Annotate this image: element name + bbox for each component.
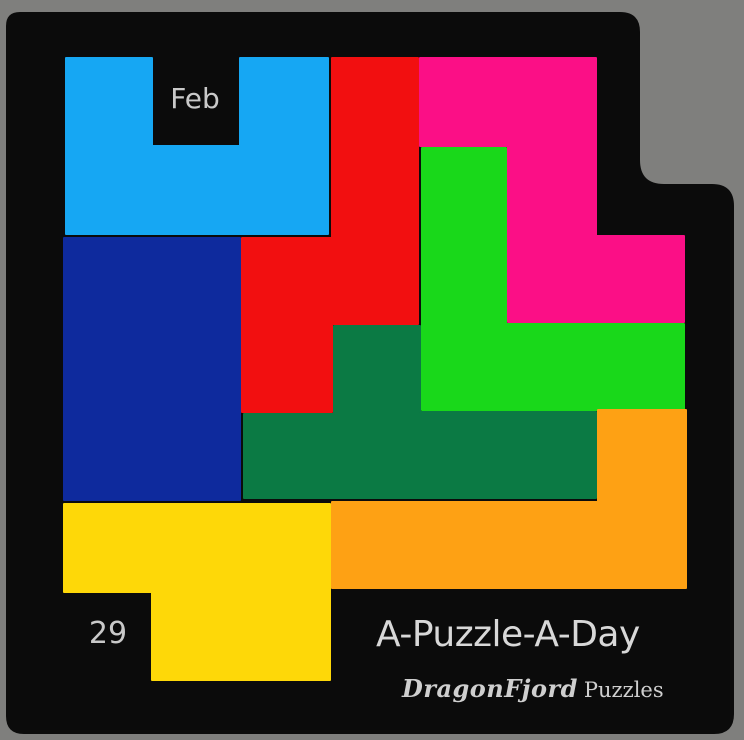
puzzle-title: A-Puzzle-A-Day bbox=[376, 614, 640, 655]
maker-branding: DragonFjord Puzzles bbox=[402, 674, 664, 703]
maker-sub: Puzzles bbox=[583, 678, 664, 702]
day-cell-label: 29 bbox=[88, 616, 128, 651]
maker-logo: DragonFjord bbox=[402, 674, 578, 703]
navy-piece bbox=[63, 237, 241, 501]
month-cell-label: Feb bbox=[170, 82, 220, 115]
puzzle-photo: Feb 29 A-Puzzle-A-Day DragonFjord Puzzles bbox=[0, 0, 744, 740]
